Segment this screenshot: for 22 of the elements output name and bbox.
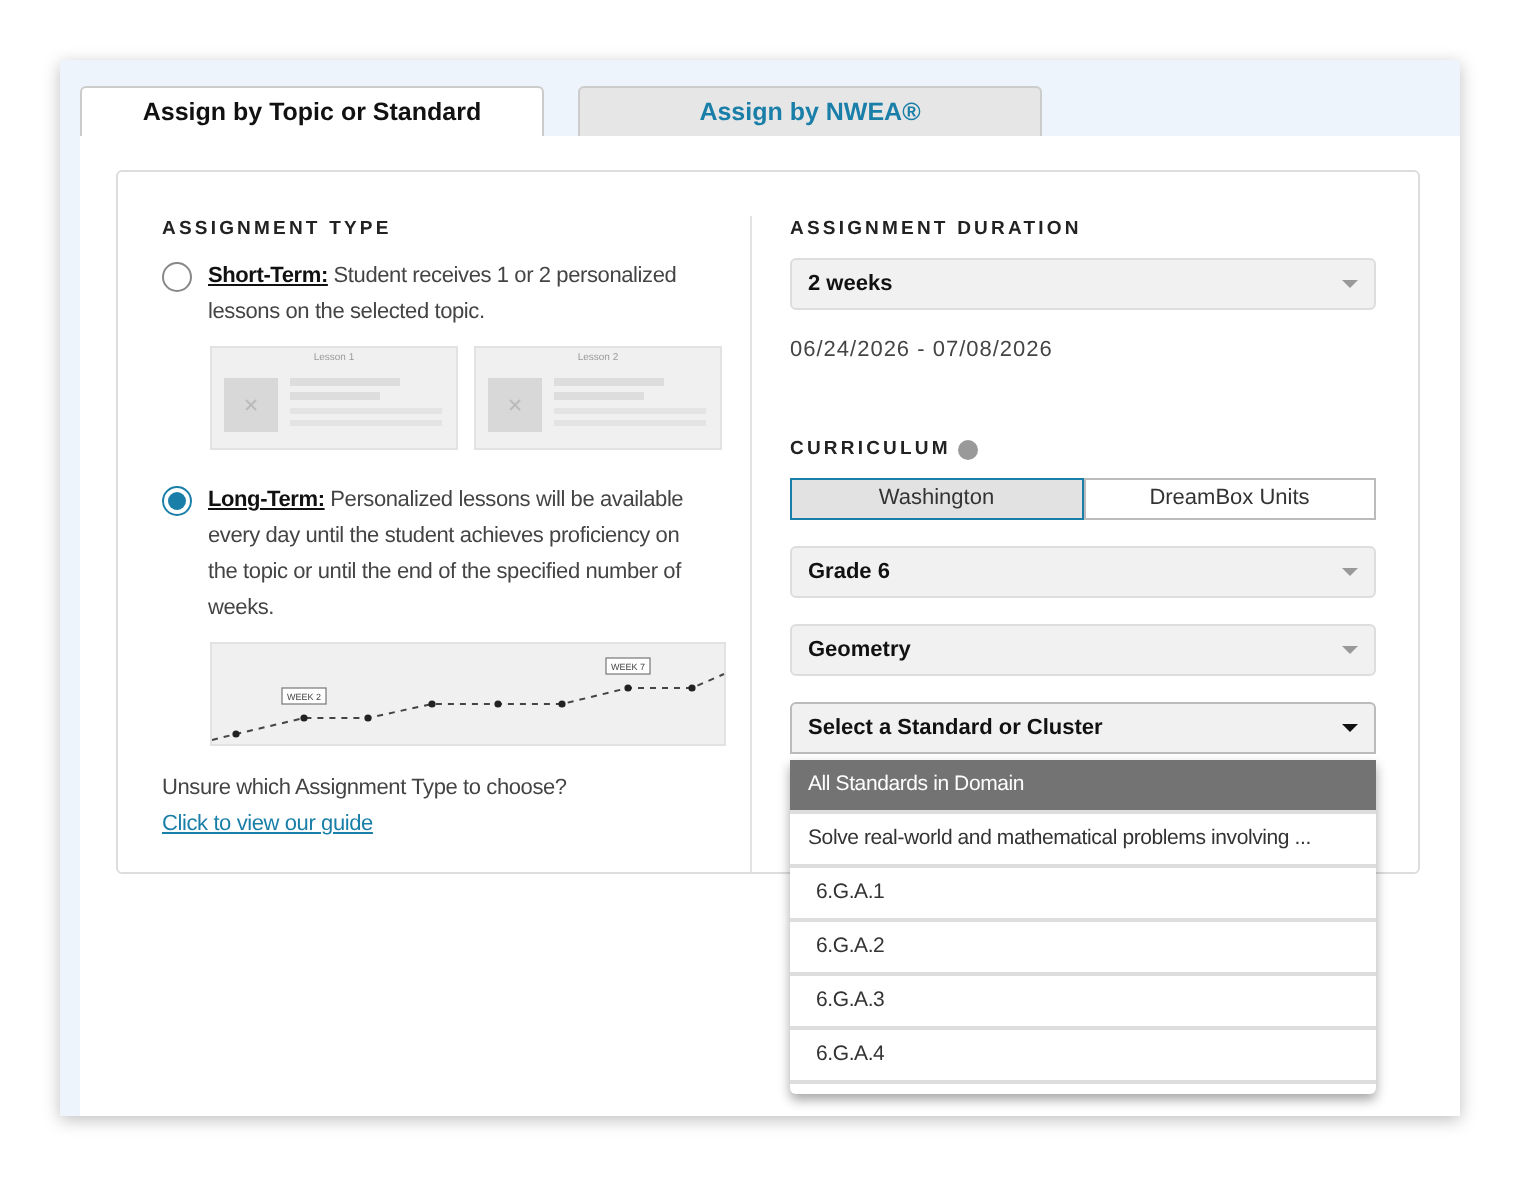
select-dropdown[interactable]: 2 weeks — [790, 258, 1376, 311]
select-dropdown[interactable]: Grade 6 — [790, 546, 1376, 598]
dropdown-item[interactable]: 6.G.A.1 — [790, 868, 1376, 922]
help-text: Unsure which Assignment Type to choose? Click to view our guide — [162, 774, 569, 841]
date-range: 06/24/2026 - 07/08/2026 — [790, 336, 1055, 367]
segment-button[interactable]: DreamBox Units — [1083, 478, 1376, 520]
dropdown-item[interactable]: 6.G.A.2 — [790, 922, 1376, 976]
guide-link[interactable]: Click to view our guide — [162, 812, 373, 837]
tab[interactable]: Assign by Topic or Standard — [80, 86, 544, 136]
tab[interactable]: Assign by NWEA® — [578, 86, 1042, 136]
dropdown-item[interactable]: 6.G.A.4 — [790, 1030, 1376, 1084]
dropdown-item[interactable]: 6.G.A.3 — [790, 976, 1376, 1030]
dropdown-item[interactable]: All Standards in Domain — [790, 760, 1376, 814]
select-dropdown[interactable]: Geometry — [790, 624, 1376, 676]
option-description: Short-Term: Student receives 1 or 2 personalized lessons on the selected topic. — [208, 262, 679, 329]
section-heading: ASSIGNMENT TYPE — [162, 216, 394, 244]
section-heading: ASSIGNMENT DURATION — [790, 216, 1084, 244]
option-description: Long-Term: Personalized lessons will be available every day until the student achieves proficiency on the topic or until the end of the specified number of weeks. — [208, 486, 686, 625]
segment-button[interactable]: Washington — [790, 478, 1083, 520]
dropdown-item[interactable]: Solve real-world and mathematical problems involving ... — [790, 814, 1376, 868]
section-heading: CURRICULUM — [790, 435, 951, 464]
select-dropdown[interactable]: Select a Standard or Cluster — [790, 702, 1376, 754]
